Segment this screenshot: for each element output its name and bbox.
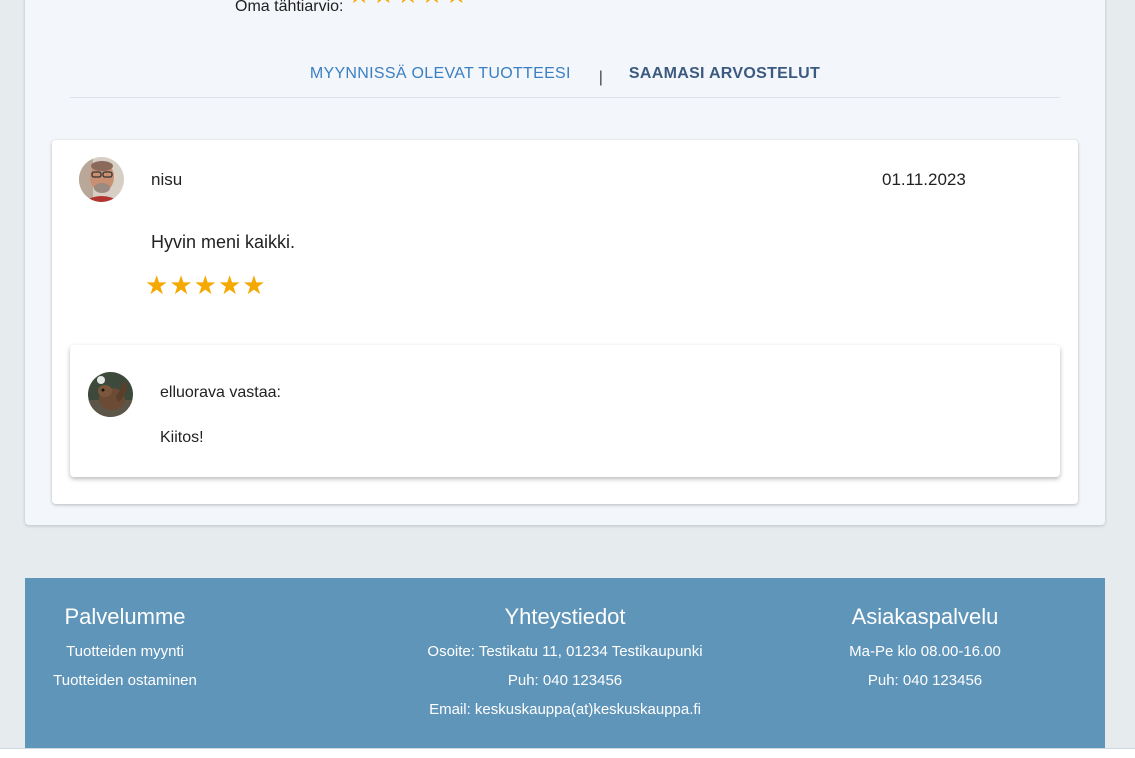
review-text: Hyvin meni kaikki. [151,232,296,252]
profile-tabs: MYYNNISSÄ OLEVAT TUOTTEESI | SAAMASI ARV… [70,65,1060,98]
footer: Palvelumme Tuotteiden myynti Tuotteiden … [25,578,1105,748]
star-icon: ★ [193,271,217,301]
footer-phone: Puh: 040 123456 [507,672,623,689]
star-icon: ★ [242,271,266,301]
star-icon: ★ [347,0,370,8]
footer-link-buying[interactable]: Tuotteiden ostaminen [25,666,225,695]
reviewer-name[interactable]: nisu [151,170,182,190]
review-card: nisu 01.11.2023 Hyvin meni kaikki. ★ ★ ★… [52,140,1078,504]
footer-contact: Yhteystiedot Osoite: Testikatu 11, 01234… [375,604,755,724]
reviewer-avatar [79,157,124,202]
reply-author: elluorava vastaa: [160,384,281,401]
reply-text: Kiitos! [160,429,204,446]
footer-services: Palvelumme Tuotteiden myynti Tuotteiden … [25,604,225,695]
profile-card: Oma tähtiarvio: ★ ★ ★ ★ ★ MYYNNISSÄ OLEV… [25,0,1105,525]
footer-support-title: Asiakaspalvelu [851,604,999,629]
review-stars: ★ ★ ★ ★ ★ [145,273,267,299]
footer-support-hours: Ma-Pe klo 08.00-16.00 [849,643,1001,660]
star-icon: ★ [217,271,242,301]
tab-products-for-sale[interactable]: MYYNNISSÄ OLEVAT TUOTTEESI [310,65,571,83]
footer-services-title: Palvelumme [64,604,186,629]
reply-card: elluorava vastaa: Kiitos! [70,345,1060,477]
own-rating: Oma tähtiarvio: ★ ★ ★ ★ ★ [235,0,469,20]
star-icon: ★ [396,0,419,8]
footer-support-phone: Puh: 040 123456 [867,672,983,689]
star-icon: ★ [169,271,193,301]
star-icon: ★ [372,0,395,8]
footer-support: Asiakaspalvelu Ma-Pe klo 08.00-16.00 Puh… [825,604,1025,695]
footer-contact-title: Yhteystiedot [504,604,626,629]
replier-avatar [88,372,133,417]
tab-received-reviews[interactable]: SAAMASI ARVOSTELUT [629,65,820,83]
own-rating-stars: ★ ★ ★ ★ ★ [347,0,469,8]
star-icon: ★ [420,0,443,8]
footer-email: Email: keskuskauppa(at)keskuskauppa.fi [429,701,701,718]
review-date: 01.11.2023 [882,170,966,189]
tab-separator: | [598,69,603,86]
star-icon: ★ [145,271,169,301]
star-icon: ★ [445,0,468,8]
footer-link-selling[interactable]: Tuotteiden myynti [25,637,225,666]
footer-address: Osoite: Testikatu 11, 01234 Testikaupunk… [427,643,703,660]
own-rating-label: Oma tähtiarvio: [235,0,344,15]
